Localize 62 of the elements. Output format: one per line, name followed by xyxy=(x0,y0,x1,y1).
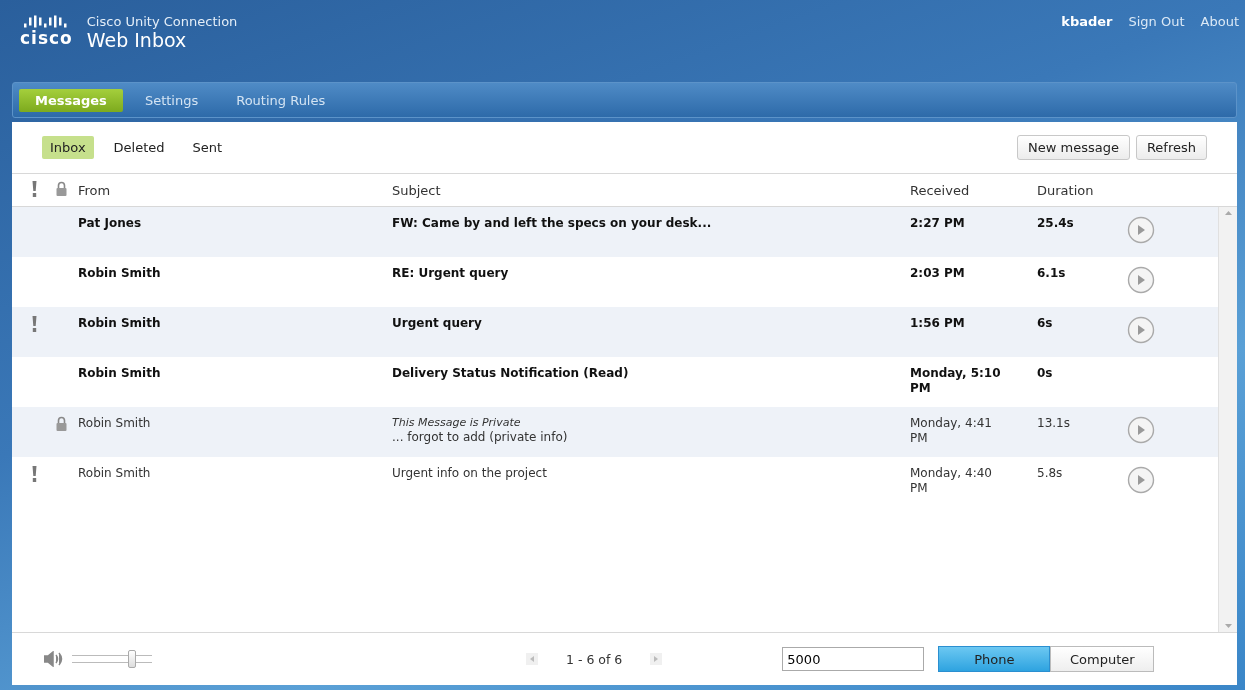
duration-cell-text: 13.1s xyxy=(1037,416,1071,432)
duration-cell-text: 0s xyxy=(1037,366,1054,382)
folder-tab[interactable]: Sent xyxy=(184,136,231,159)
private-note: This Message is Private xyxy=(392,416,522,430)
previous-page-icon[interactable] xyxy=(526,653,538,665)
lock-icon xyxy=(56,181,67,196)
urgent-icon xyxy=(32,180,37,197)
action-button[interactable]: New message xyxy=(1017,135,1130,160)
subject-cell: RE: Urgent query xyxy=(392,266,509,280)
duration-cell-text: 25.4s xyxy=(1037,216,1075,232)
play-button[interactable] xyxy=(1127,316,1155,344)
subject-cell: Urgent info on the project xyxy=(392,466,547,480)
subject-cell: Delivery Status Notification (Read) xyxy=(392,366,629,380)
column-header[interactable]: From xyxy=(78,182,392,198)
nav-tab[interactable]: Routing Rules xyxy=(220,88,342,112)
app-title: Web Inbox xyxy=(86,29,188,51)
page-count: 1 - 6 of 6 xyxy=(566,651,623,667)
sender-cell-text: Robin Smith xyxy=(78,316,162,332)
column-header[interactable]: Duration xyxy=(1037,182,1127,198)
output-toggle[interactable]: Phone xyxy=(938,646,1051,672)
column-header[interactable]: Subject xyxy=(392,182,910,198)
logo-bars-icon xyxy=(23,14,70,29)
product-name: Cisco Unity Connection xyxy=(86,14,238,29)
header-link[interactable]: Sign Out xyxy=(1128,14,1185,29)
sender-cell-text: Robin Smith xyxy=(78,266,162,282)
logo-wordmark: cisco xyxy=(20,29,73,47)
received-cell-text: Monday, 4:40 PM xyxy=(910,466,993,497)
scroll-down-icon[interactable] xyxy=(1224,624,1232,628)
urgent-icon xyxy=(32,316,37,332)
sender-cell-text: Pat Jones xyxy=(78,216,143,232)
duration-cell-text: 5.8s xyxy=(1037,466,1064,482)
folder-tab[interactable]: Inbox xyxy=(42,136,94,159)
extension-field[interactable]: 5000 xyxy=(782,647,925,671)
scroll-up-icon[interactable] xyxy=(1224,211,1232,215)
received-cell-text: 2:03 PM xyxy=(910,266,966,282)
sender-cell-text: Robin Smith xyxy=(78,466,152,482)
user-name: kbader xyxy=(1061,14,1113,29)
subject-cell: Urgent query xyxy=(392,316,482,330)
play-button[interactable] xyxy=(1127,266,1155,294)
duration-cell-text: 6.1s xyxy=(1037,266,1067,282)
play-button[interactable] xyxy=(1127,216,1155,244)
lock-icon xyxy=(56,416,67,431)
scrollbar[interactable] xyxy=(1218,207,1237,632)
urgent-icon xyxy=(32,466,37,482)
received-cell-text: Monday, 4:41 PM xyxy=(910,416,993,447)
received-cell-text: 1:56 PM xyxy=(910,316,966,332)
duration-cell-text: 6s xyxy=(1037,316,1054,332)
next-page-icon[interactable] xyxy=(650,653,663,665)
subject-cell: FW: Came by and left the specs on your desk... xyxy=(392,216,712,230)
header-link[interactable]: About xyxy=(1200,14,1239,29)
folder-tab[interactable]: Deleted xyxy=(105,136,173,159)
subject-cell: ... forgot to add (private info) xyxy=(392,430,568,444)
output-toggle[interactable]: Computer xyxy=(1050,646,1155,672)
received-cell-text: Monday, 5:10 PM xyxy=(910,366,1002,397)
action-button[interactable]: Refresh xyxy=(1135,135,1207,160)
nav-tab[interactable]: Settings xyxy=(128,88,215,112)
play-button[interactable] xyxy=(1127,466,1155,494)
play-button[interactable] xyxy=(1127,416,1155,444)
sender-cell-text: Robin Smith xyxy=(78,366,162,382)
column-header[interactable]: Received xyxy=(910,182,1037,198)
received-cell-text: 2:27 PM xyxy=(910,216,966,232)
sender-cell-text: Robin Smith xyxy=(78,416,152,432)
